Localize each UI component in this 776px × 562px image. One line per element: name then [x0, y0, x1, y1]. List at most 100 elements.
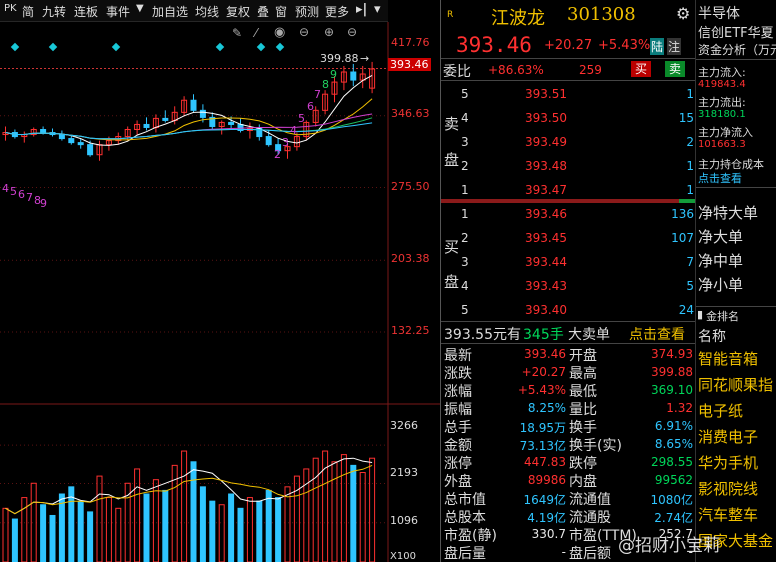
eye-icon[interactable]: ◉	[274, 25, 285, 40]
stat-label: 最低	[569, 384, 597, 400]
candle-body	[199, 109, 206, 118]
stat-row: 涨幅 +5.43% 最低 369.10	[441, 382, 696, 400]
stat-value: 2.74亿	[654, 511, 693, 525]
toolbar-item-events[interactable]: 事件	[106, 3, 130, 20]
sell-button[interactable]: 卖	[665, 61, 686, 77]
line-tool-icon[interactable]: ⁄	[255, 26, 257, 40]
stat-value: 73.13亿	[519, 439, 566, 453]
stat-label: 流通值	[569, 492, 611, 508]
toolbar-item-jiuzhuan[interactable]: 九转	[42, 3, 66, 20]
bid-row[interactable]: 1 393.46 136	[441, 206, 696, 224]
sector-item[interactable]: 消费电子	[698, 426, 758, 447]
big-order-link[interactable]: 点击查看	[629, 324, 685, 344]
ask-row[interactable]: 4 393.50 15	[441, 110, 696, 128]
sector-item[interactable]: 影视院线	[698, 478, 758, 499]
event-marker	[256, 42, 266, 52]
toolbar-item-jian[interactable]: 简	[22, 3, 34, 20]
stat-row: 最新 393.46 开盘 374.93	[441, 346, 696, 364]
volume-bar	[190, 461, 197, 562]
add-watchlist-button[interactable]: 加自选	[152, 3, 188, 20]
volume-axis-unit: X100	[390, 551, 416, 562]
ask-price: 393.48	[525, 159, 567, 173]
adjust-button[interactable]: 复权	[226, 3, 250, 20]
volume-bar	[237, 507, 244, 562]
sector-item[interactable]: 同花顺果指	[698, 374, 773, 395]
bid-row[interactable]: 2 393.45 107	[441, 230, 696, 248]
more-button[interactable]: 更多	[325, 3, 349, 20]
event-marker	[111, 42, 121, 52]
toolbar-item-lianban[interactable]: 连板	[74, 3, 98, 20]
chevron-down-icon[interactable]: ▾	[374, 2, 381, 17]
sector-item[interactable]: 智能音箱	[698, 348, 758, 369]
forecast-button[interactable]: 预测	[295, 3, 319, 20]
window-button[interactable]: 窗	[275, 3, 287, 20]
buy-button[interactable]: 买	[631, 61, 652, 77]
zoom-out-icon[interactable]: ⊖	[299, 25, 309, 39]
candle-body	[350, 71, 357, 81]
stat-row: 涨跌 +20.27 最高 399.88	[441, 364, 696, 382]
gear-icon[interactable]: ⚙	[676, 4, 690, 23]
tag-zhu-badge[interactable]: 注	[667, 38, 682, 55]
ask-row[interactable]: 2 393.48 1	[441, 158, 696, 176]
minimize-icon[interactable]: ⊖	[347, 25, 357, 39]
events-dropdown-icon[interactable]: ▼	[136, 3, 144, 14]
ask-row[interactable]: 1 393.47 1	[441, 182, 696, 200]
net-order-item[interactable]: 净中单	[698, 250, 743, 271]
sector-item[interactable]: 华为手机	[698, 452, 758, 473]
volume-bar	[96, 475, 103, 562]
zoom-in-icon[interactable]: ⊕	[324, 25, 334, 39]
bid-level: 3	[461, 255, 469, 269]
price-axis-tick: 417.76	[391, 36, 430, 49]
ask-row[interactable]: 3 393.49 2	[441, 134, 696, 152]
event-marker	[10, 42, 20, 52]
volume-bar	[181, 450, 188, 562]
bid-row[interactable]: 4 393.43 5	[441, 278, 696, 296]
ask-row[interactable]: 5 393.51 1	[441, 86, 696, 104]
divider	[441, 80, 696, 81]
divider	[441, 321, 696, 322]
sector-tag[interactable]: 半导体	[698, 3, 740, 23]
nine-turn-label: 6	[18, 188, 25, 201]
volume-bar	[30, 482, 37, 562]
candle-body	[77, 142, 84, 146]
kline-chart[interactable]: 234567894 5 6 7 8 9→	[0, 22, 440, 562]
collapse-arrow-icon[interactable]: ▸|	[356, 2, 367, 17]
net-order-item[interactable]: 净小单	[698, 274, 743, 295]
price-axis-tick: 346.63	[391, 107, 430, 120]
kline-chart-panel[interactable]: 2 3 4 5 6 7 8 9 4 5 6 7 8 9 →	[0, 22, 440, 562]
stat-label: 振幅	[444, 402, 472, 418]
pk-button[interactable]: PK	[4, 3, 17, 14]
stat-row: 涨停 447.83 跌停 298.55	[441, 454, 696, 472]
ask-level: 3	[461, 135, 469, 149]
bid-row[interactable]: 3 393.44 7	[441, 254, 696, 272]
overlay-button[interactable]: 叠	[257, 3, 269, 20]
big-order-amount: 393.55元有	[444, 327, 521, 343]
tag-lu-badge[interactable]: 陆	[650, 38, 665, 55]
net-order-item[interactable]: 净大单	[698, 226, 743, 247]
flow-value: 419843.4	[698, 79, 746, 90]
bid-row[interactable]: 5 393.40 24	[441, 302, 696, 320]
net-order-item[interactable]: 净特大单	[698, 202, 758, 223]
stat-label: 开盘	[569, 348, 597, 364]
sector-item[interactable]: 电子纸	[698, 400, 743, 421]
nine-turn-label: 9	[330, 68, 337, 81]
nine-turn-label: 8	[322, 78, 329, 91]
watermark: @招财小宝莉	[618, 536, 720, 556]
bid-volume: 24	[678, 303, 694, 317]
etf-tag[interactable]: 信创ETF华夏	[698, 22, 774, 41]
candle-body	[265, 136, 272, 146]
bid-level: 5	[461, 303, 469, 317]
stat-value: 99562	[654, 473, 693, 487]
volume-bar	[143, 493, 150, 562]
stat-label: 内盘	[569, 474, 597, 490]
event-marker	[215, 42, 225, 52]
holding-cost-link[interactable]: 点击查看	[698, 170, 742, 186]
sector-item[interactable]: 汽车整车	[698, 504, 758, 525]
price-change-pct: +5.43%	[598, 38, 651, 53]
pencil-icon[interactable]: ✎	[232, 26, 242, 40]
ma-button[interactable]: 均线	[195, 3, 219, 20]
last-price: 393.46	[456, 33, 532, 57]
name-header: 名称	[698, 329, 726, 345]
stat-value: 393.46	[524, 347, 566, 361]
volume-bar	[11, 518, 18, 562]
